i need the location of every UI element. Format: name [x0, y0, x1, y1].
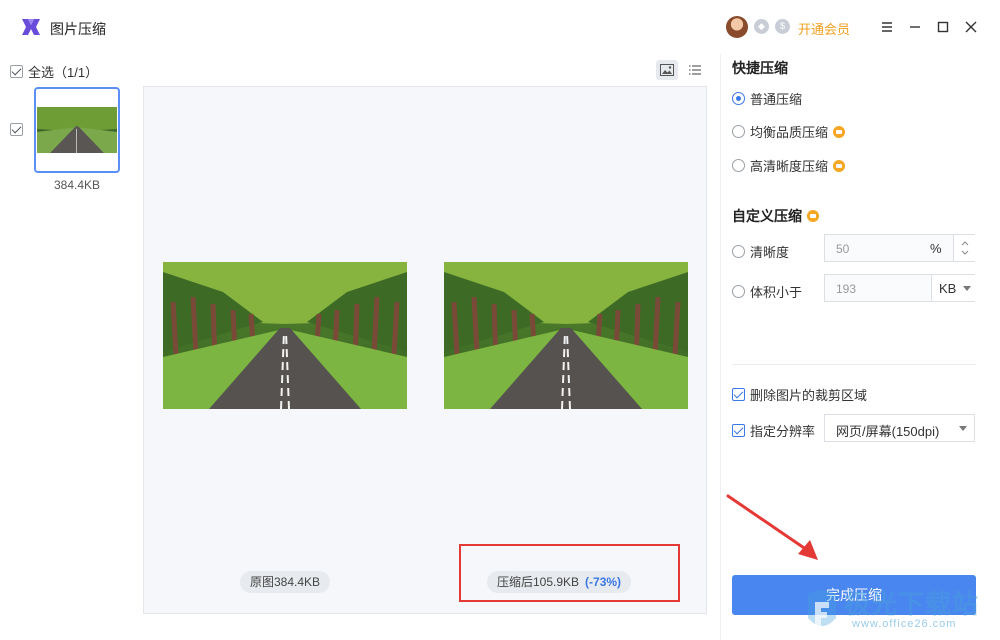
compressed-image [444, 262, 688, 409]
watermark-logo-icon [808, 590, 836, 626]
list-view-icon [689, 65, 701, 75]
file-size-label: 384.4KB [53, 178, 101, 192]
watermark-text: 极光下载站 [844, 589, 980, 619]
radio-button[interactable] [732, 125, 745, 138]
radio-label: 均衡品质压缩 [750, 125, 829, 140]
open-vip-link[interactable]: 开通会员 [798, 19, 850, 38]
road-photo-compressed [444, 262, 688, 409]
radio-normal-compress[interactable]: 普通压缩 [732, 89, 802, 108]
radio-clarity[interactable]: 清晰度 [732, 242, 789, 261]
image-view-icon [660, 64, 674, 76]
maximize-button[interactable] [932, 16, 954, 38]
original-size-label: 原图384.4KB [250, 575, 321, 589]
clarity-unit: % [930, 241, 942, 256]
grid-view-toggle[interactable] [656, 60, 678, 80]
custom-compress-title: 自定义压缩 [732, 206, 819, 226]
road-photo-original [163, 262, 407, 409]
checkbox[interactable] [732, 388, 745, 401]
select-all-label: 全选（1/1） [28, 65, 99, 80]
resolution-select[interactable]: 网页/屏幕(150dpi) [824, 414, 975, 442]
vip-crown-icon [807, 210, 819, 222]
maximize-icon [937, 21, 949, 33]
chevron-down-icon [963, 286, 971, 291]
preview-panel: 原图384.4KB 压缩后105.9KB (-73%) [143, 86, 707, 614]
close-button[interactable] [960, 16, 982, 38]
select-all-check[interactable] [10, 65, 23, 78]
original-image [163, 262, 407, 409]
custom-compress-label: 自定义压缩 [732, 208, 802, 224]
resolution-value: 网页/屏幕(150dpi) [836, 424, 940, 439]
title-bar: 图片压缩 ◆ $ 开通会员 [0, 0, 1000, 54]
annotation-highlight-box [459, 544, 680, 602]
radio-button[interactable] [732, 245, 745, 258]
resolution-checkbox[interactable]: 指定分辨率 [732, 421, 815, 440]
radio-hd-compress[interactable]: 高清晰度压缩 [732, 156, 846, 175]
checkbox[interactable] [732, 424, 745, 437]
clarity-stepper[interactable] [953, 235, 975, 261]
radio-balanced-compress[interactable]: 均衡品质压缩 [732, 122, 846, 141]
stepper-chevrons-icon [961, 241, 969, 255]
radio-label: 体积小于 [750, 285, 803, 300]
radio-label: 普通压缩 [750, 92, 803, 107]
remove-crop-label: 删除图片的裁剪区域 [750, 388, 868, 403]
original-size-pill: 原图384.4KB [240, 571, 331, 593]
size-limit-input[interactable]: 193 KB [824, 274, 975, 302]
user-avatar[interactable] [726, 16, 748, 38]
size-unit-select[interactable]: KB [931, 275, 975, 301]
select-all-checkbox[interactable]: 全选（1/1） [10, 62, 98, 81]
clarity-value: 50 [836, 242, 850, 256]
divider [732, 364, 976, 365]
minimize-button[interactable] [904, 16, 926, 38]
dollar-icon: $ [775, 19, 790, 34]
remove-crop-checkbox[interactable]: 删除图片的裁剪区域 [732, 385, 867, 404]
quick-compress-title: 快捷压缩 [732, 60, 788, 76]
close-icon [965, 21, 977, 33]
app-title: 图片压缩 [50, 21, 106, 37]
vip-crown-icon [833, 125, 846, 138]
radio-button[interactable] [732, 159, 745, 172]
radio-button[interactable] [732, 285, 745, 298]
vip-crown-icon [833, 159, 846, 172]
annotation-arrow-icon [726, 494, 818, 560]
chevron-down-icon [959, 426, 967, 431]
menu-icon [882, 22, 892, 32]
radio-size-limit[interactable]: 体积小于 [732, 282, 802, 301]
minimize-icon [910, 26, 920, 28]
app-logo-icon [22, 19, 40, 35]
size-limit-value: 193 [836, 282, 857, 296]
radio-button[interactable] [732, 92, 745, 105]
radio-label: 清晰度 [750, 245, 790, 260]
watermark-url: www.office26.com [852, 618, 957, 630]
size-unit: KB [939, 281, 957, 296]
resolution-label: 指定分辨率 [750, 424, 816, 439]
radio-label: 高清晰度压缩 [750, 159, 829, 174]
thumbnail-image [37, 107, 117, 153]
file-thumbnail[interactable] [34, 87, 120, 173]
shield-icon: ◆ [754, 19, 769, 34]
list-view-toggle[interactable] [684, 60, 706, 80]
file-item-checkbox[interactable] [10, 123, 23, 136]
menu-button[interactable] [876, 16, 898, 38]
watermark: 极光下载站 www.office26.com [800, 584, 1000, 640]
clarity-input[interactable]: 50 % [824, 234, 975, 262]
